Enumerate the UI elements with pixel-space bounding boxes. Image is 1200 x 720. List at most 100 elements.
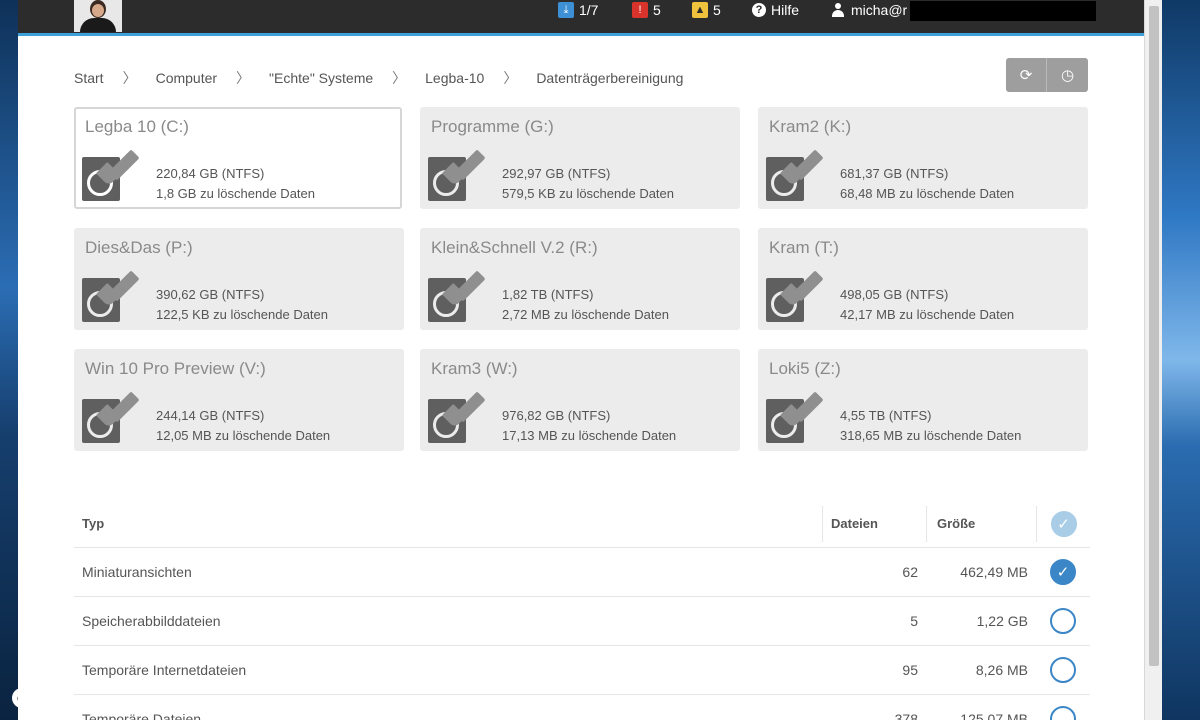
row-size: 1,22 GB [976, 613, 1028, 629]
disk-cleanup-icon [428, 270, 486, 324]
drive-card-w[interactable]: Kram3 (W:) 976,82 GB (NTFS) 17,13 MB zu … [420, 349, 740, 451]
drive-title: Legba 10 (C:) [85, 117, 189, 136]
drive-title: Dies&Das (P:) [85, 238, 193, 257]
drive-title: Kram2 (K:) [769, 117, 852, 136]
select-all-checkbox[interactable]: ✓ [1050, 510, 1077, 537]
table-row[interactable]: Temporäre Internetdateien 95 8,26 MB [74, 646, 1090, 695]
drive-title: Win 10 Pro Preview (V:) [85, 359, 266, 378]
drive-size: 976,82 GB (NTFS) [502, 408, 611, 423]
breadcrumb-legba[interactable]: Legba-10 [425, 70, 484, 86]
drive-card-g[interactable]: Programme (G:) 292,97 GB (NTFS) 579,5 KB… [420, 107, 740, 209]
drive-card-k[interactable]: Kram2 (K:) 681,37 GB (NTFS) 68,48 MB zu … [758, 107, 1088, 209]
disk-cleanup-icon [766, 270, 824, 324]
drive-card-p[interactable]: Dies&Das (P:) 390,62 GB (NTFS) 122,5 KB … [74, 228, 404, 330]
column-size[interactable]: Größe [926, 505, 1036, 542]
drive-size: 220,84 GB (NTFS) [156, 166, 265, 181]
table-row[interactable]: Speicherabbilddateien 5 1,22 GB [74, 597, 1090, 646]
row-type: Miniaturansichten [82, 564, 192, 580]
drive-title: Kram (T:) [769, 238, 839, 257]
cleanup-table: Typ Dateien Größe ✓ Miniaturansichten 62… [74, 500, 1090, 720]
row-files: 5 [910, 613, 918, 629]
drive-clean-amount: 42,17 MB zu löschende Daten [840, 307, 1015, 322]
disk-cleanup-icon [82, 270, 140, 324]
column-files[interactable]: Dateien [822, 505, 926, 542]
settings-button[interactable]: ◷ [1047, 58, 1088, 92]
drive-card-t[interactable]: Kram (T:) 498,05 GB (NTFS) 42,17 MB zu l… [758, 228, 1088, 330]
check-icon: ✓ [1056, 564, 1070, 581]
help-link[interactable]: ? Hilfe [752, 0, 799, 20]
drive-size: 4,55 TB (NTFS) [840, 408, 932, 423]
drive-card-z[interactable]: Loki5 (Z:) 4,55 TB (NTFS) 318,65 MB zu l… [758, 349, 1088, 451]
clock-icon: ◷ [1060, 67, 1075, 84]
drive-clean-amount: 579,5 KB zu löschende Daten [502, 186, 675, 201]
drive-size: 244,14 GB (NTFS) [156, 408, 265, 423]
row-size: 462,49 MB [960, 564, 1028, 580]
drive-card-v[interactable]: Win 10 Pro Preview (V:) 244,14 GB (NTFS)… [74, 349, 404, 451]
drive-card-c[interactable]: Legba 10 (C:) 220,84 GB (NTFS) 1,8 GB zu… [74, 107, 402, 209]
breadcrumb-separator: 〉 [122, 70, 137, 86]
disk-cleanup-icon [428, 149, 486, 203]
breadcrumb-separator: 〉 [236, 70, 251, 86]
warnings-indicator[interactable]: ▲ 5 [692, 0, 721, 20]
table-header: Typ Dateien Größe ✓ [74, 500, 1090, 548]
breadcrumb-current: Datenträgerbereinigung [536, 70, 684, 86]
row-checkbox[interactable] [1050, 608, 1076, 634]
row-size: 8,26 MB [975, 662, 1028, 678]
row-type: Temporäre Dateien [82, 711, 202, 720]
avatar[interactable] [74, 0, 122, 32]
disk-cleanup-icon [766, 149, 824, 203]
breadcrumb-start[interactable]: Start [74, 70, 104, 86]
row-files: 95 [902, 662, 918, 678]
user-menu[interactable]: micha@r [832, 0, 907, 20]
drive-title: Klein&Schnell V.2 (R:) [431, 238, 598, 257]
row-files: 62 [902, 564, 918, 580]
breadcrumb: Start 〉 Computer 〉 "Echte" Systeme 〉 Leg… [74, 68, 683, 88]
refresh-icon: ⟳ [1019, 67, 1033, 84]
drive-clean-amount: 122,5 KB zu löschende Daten [156, 307, 329, 322]
desktop-wallpaper-left [0, 0, 18, 720]
drive-card-r[interactable]: Klein&Schnell V.2 (R:) 1,82 TB (NTFS) 2,… [420, 228, 740, 330]
disk-cleanup-icon [82, 391, 140, 445]
drive-size: 292,97 GB (NTFS) [502, 166, 611, 181]
breadcrumb-computer[interactable]: Computer [156, 70, 217, 86]
drive-title: Kram3 (W:) [431, 359, 518, 378]
drive-title: Loki5 (Z:) [769, 359, 841, 378]
row-checkbox[interactable] [1050, 657, 1076, 683]
refresh-button[interactable]: ⟳ [1006, 58, 1047, 92]
top-bar: ⤓ 1/7 ! 5 ▲ 5 ? Hilfe micha@r [18, 0, 1162, 36]
warning-icon: ▲ [692, 2, 708, 18]
drive-size: 390,62 GB (NTFS) [156, 287, 265, 302]
drive-clean-amount: 68,48 MB zu löschende Daten [840, 186, 1015, 201]
errors-indicator[interactable]: ! 5 [632, 0, 661, 20]
row-files: 378 [894, 711, 918, 720]
toolbar: ⟳ ◷ [1006, 58, 1088, 92]
table-row[interactable]: Temporäre Dateien 378 125,07 MB [74, 695, 1090, 720]
row-type: Speicherabbilddateien [82, 613, 221, 629]
drive-size: 1,82 TB (NTFS) [502, 287, 594, 302]
drive-clean-amount: 2,72 MB zu löschende Daten [502, 307, 669, 322]
drive-clean-amount: 318,65 MB zu löschende Daten [840, 428, 1022, 443]
row-checkbox[interactable] [1050, 706, 1076, 720]
redacted-block [910, 1, 1096, 21]
breadcrumb-echte-systeme[interactable]: "Echte" Systeme [269, 70, 373, 86]
tasks-indicator[interactable]: ⤓ 1/7 [558, 0, 598, 20]
column-type[interactable]: Typ [74, 516, 822, 531]
breadcrumb-separator: 〉 [503, 70, 518, 86]
breadcrumb-separator: 〉 [392, 70, 407, 86]
scrollbar-thumb[interactable] [1149, 6, 1159, 666]
drive-size: 681,37 GB (NTFS) [840, 166, 949, 181]
error-icon: ! [632, 2, 648, 18]
drive-title: Programme (G:) [431, 117, 554, 136]
scrollbar[interactable] [1144, 0, 1162, 720]
download-icon: ⤓ [558, 2, 574, 18]
user-icon [832, 3, 844, 17]
disk-cleanup-icon [428, 391, 486, 445]
row-size: 125,07 MB [960, 711, 1028, 720]
table-row[interactable]: Miniaturansichten 62 462,49 MB ✓ [74, 548, 1090, 597]
drive-clean-amount: 12,05 MB zu löschende Daten [156, 428, 331, 443]
desktop-wallpaper-right [1162, 0, 1200, 720]
drive-clean-amount: 17,13 MB zu löschende Daten [502, 428, 677, 443]
app-window: ⤓ 1/7 ! 5 ▲ 5 ? Hilfe micha@r Start 〉 Co… [18, 0, 1162, 720]
row-checkbox[interactable]: ✓ [1050, 559, 1076, 585]
drive-clean-amount: 1,8 GB zu löschende Daten [156, 186, 315, 201]
